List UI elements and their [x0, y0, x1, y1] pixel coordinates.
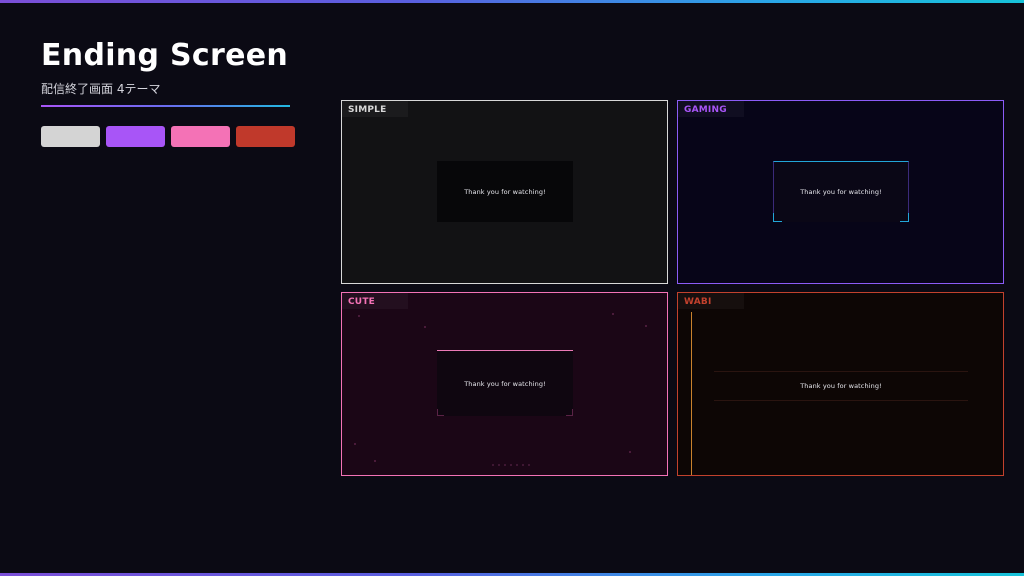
message-box-simple: Thank you for watching! [437, 161, 573, 222]
message-text-gaming: Thank you for watching! [800, 188, 882, 196]
theme-label-cute: CUTE [342, 293, 408, 309]
page-title: Ending Screen [41, 38, 289, 73]
swatch-cute[interactable] [171, 126, 230, 147]
top-gradient-bar [0, 0, 1024, 3]
theme-card-simple[interactable]: SIMPLE Thank you for watching! [341, 100, 668, 284]
message-box-gaming: Thank you for watching! [773, 161, 909, 222]
theme-label-wabi: WABI [678, 293, 744, 309]
message-text-simple: Thank you for watching! [464, 187, 546, 196]
swatch-simple[interactable] [41, 126, 100, 147]
message-text-cute: Thank you for watching! [464, 379, 546, 388]
message-box-cute: Thank you for watching! [437, 350, 573, 416]
color-swatches [41, 126, 295, 147]
sparkle-dot [374, 460, 376, 462]
theme-label-simple: SIMPLE [342, 101, 408, 117]
theme-label-gaming: GAMING [678, 101, 744, 117]
sparkle-dot [612, 313, 614, 315]
sparkle-dot [358, 315, 360, 317]
sparkle-dot [354, 443, 356, 445]
swatch-wabi[interactable] [236, 126, 295, 147]
theme-card-cute[interactable]: CUTE Thank you for watching! [341, 292, 668, 476]
message-text-wabi: Thank you for watching! [800, 382, 882, 390]
swatch-gaming[interactable] [106, 126, 165, 147]
dots-decoration [492, 464, 530, 466]
message-box-wabi: Thank you for watching! [714, 371, 968, 401]
theme-card-gaming[interactable]: GAMING Thank you for watching! [677, 100, 1004, 284]
sparkle-dot [645, 325, 647, 327]
page: Ending Screen 配信終了画面 4テーマ SIMPLE Thank y… [0, 0, 1024, 576]
sparkle-dot [629, 451, 631, 453]
accent-line [691, 312, 692, 475]
theme-card-wabi[interactable]: WABI Thank you for watching! [677, 292, 1004, 476]
title-underline [41, 105, 290, 107]
page-subtitle: 配信終了画面 4テーマ [41, 82, 161, 96]
sparkle-dot [424, 326, 426, 328]
